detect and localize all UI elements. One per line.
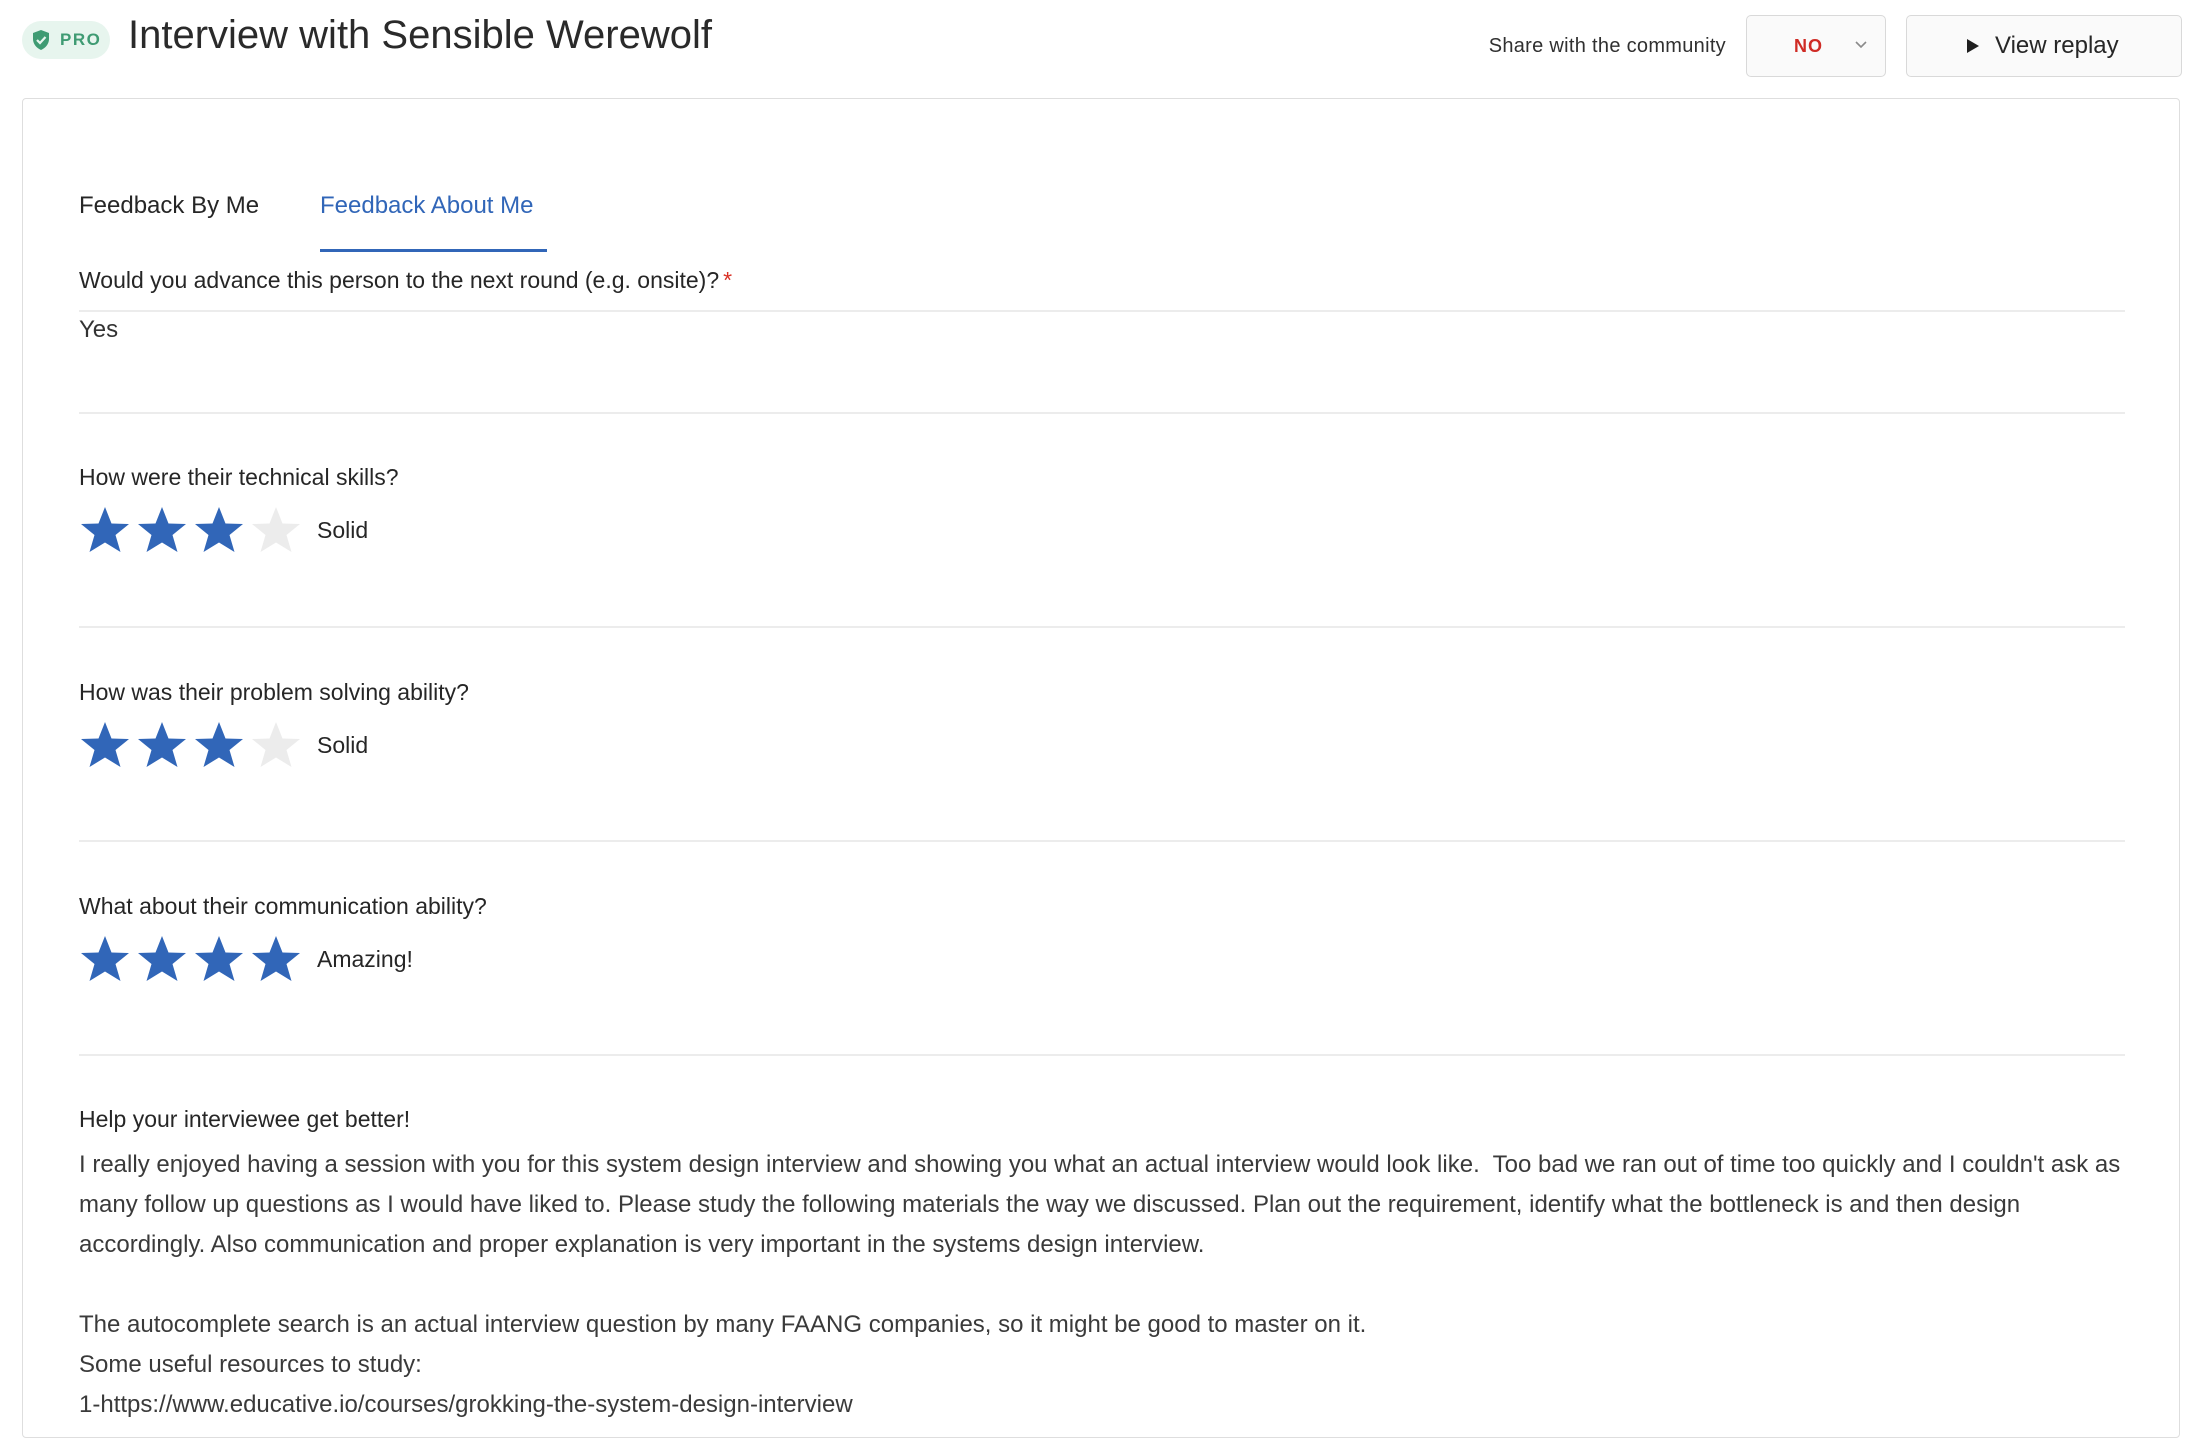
question-advance-text: Would you advance this person to the nex… <box>79 267 720 293</box>
question-label: How were their technical skills? <box>79 464 399 490</box>
star-icon[interactable] <box>79 505 131 555</box>
question-technical: How were their technical skills? Solid <box>79 464 2125 555</box>
answer-value: Yes <box>79 316 119 343</box>
star-icon[interactable] <box>136 934 188 984</box>
pro-label: PRO <box>60 30 102 49</box>
star-icon[interactable] <box>136 720 188 770</box>
play-icon <box>1967 39 1979 53</box>
view-replay-button[interactable]: View replay <box>1906 15 2182 77</box>
star-icon[interactable] <box>79 720 131 770</box>
feedback-label: Help your interviewee get better! <box>79 1106 411 1132</box>
page-title: Interview with Sensible Werewolf <box>128 13 712 57</box>
star-icon[interactable] <box>250 505 302 555</box>
rating-label: Amazing! <box>317 945 413 972</box>
share-label: Share with the community <box>1488 35 1726 57</box>
feedback-paragraph: I really enjoyed having a session with y… <box>79 1151 2127 1258</box>
star-icon[interactable] <box>79 934 131 984</box>
feedback-card: Feedback By Me Feedback About Me Would y… <box>22 98 2180 1438</box>
question-label: Would you advance this person to the nex… <box>79 267 2125 294</box>
rating-label: Solid <box>317 516 369 543</box>
feedback-paragraph: Some useful resources to study: <box>79 1351 422 1378</box>
star-icon[interactable] <box>193 505 245 555</box>
header: PRO Interview with Sensible Werewolf Sha… <box>0 0 2198 98</box>
divider <box>79 412 2125 414</box>
star-rating: Solid <box>79 505 2125 555</box>
feedback-link[interactable]: 1-https://www.educative.io/courses/grokk… <box>79 1385 2125 1425</box>
feedback-paragraph: The autocomplete search is an actual int… <box>79 1311 1367 1338</box>
star-icon[interactable] <box>193 720 245 770</box>
question-advance: Would you advance this person to the nex… <box>79 267 2125 344</box>
tab-feedback-by-me-label: Feedback By Me <box>79 192 260 219</box>
required-asterisk: * <box>723 267 733 293</box>
share-select[interactable]: NO <box>1746 15 1886 77</box>
star-icon[interactable] <box>193 934 245 984</box>
question-label: What about their communication ability? <box>79 893 487 919</box>
rating-label: Solid <box>317 731 369 758</box>
divider <box>79 1054 2125 1056</box>
question-label: How was their problem solving ability? <box>79 679 469 705</box>
question-problem-solving: How was their problem solving ability? S… <box>79 679 2125 770</box>
divider <box>79 840 2125 842</box>
divider <box>79 626 2125 628</box>
star-rating: Amazing! <box>79 934 2125 984</box>
star-icon[interactable] <box>250 720 302 770</box>
shield-check-icon <box>33 30 49 50</box>
feedback-text: I really enjoyed having a session with y… <box>79 1145 2125 1425</box>
star-icon[interactable] <box>136 505 188 555</box>
tab-feedback-about-me[interactable]: Feedback About Me <box>320 99 547 252</box>
share-select-value: NO <box>1794 35 1823 56</box>
pro-badge: PRO <box>22 21 110 59</box>
star-icon[interactable] <box>250 934 302 984</box>
view-replay-label: View replay <box>1995 32 2119 59</box>
chevron-down-icon <box>1855 41 1867 49</box>
tab-feedback-about-me-label: Feedback About Me <box>320 192 534 219</box>
question-communication: What about their communication ability? … <box>79 893 2125 984</box>
star-rating: Solid <box>79 720 2125 770</box>
feedback-section: Help your interviewee get better! I real… <box>79 1106 2125 1425</box>
